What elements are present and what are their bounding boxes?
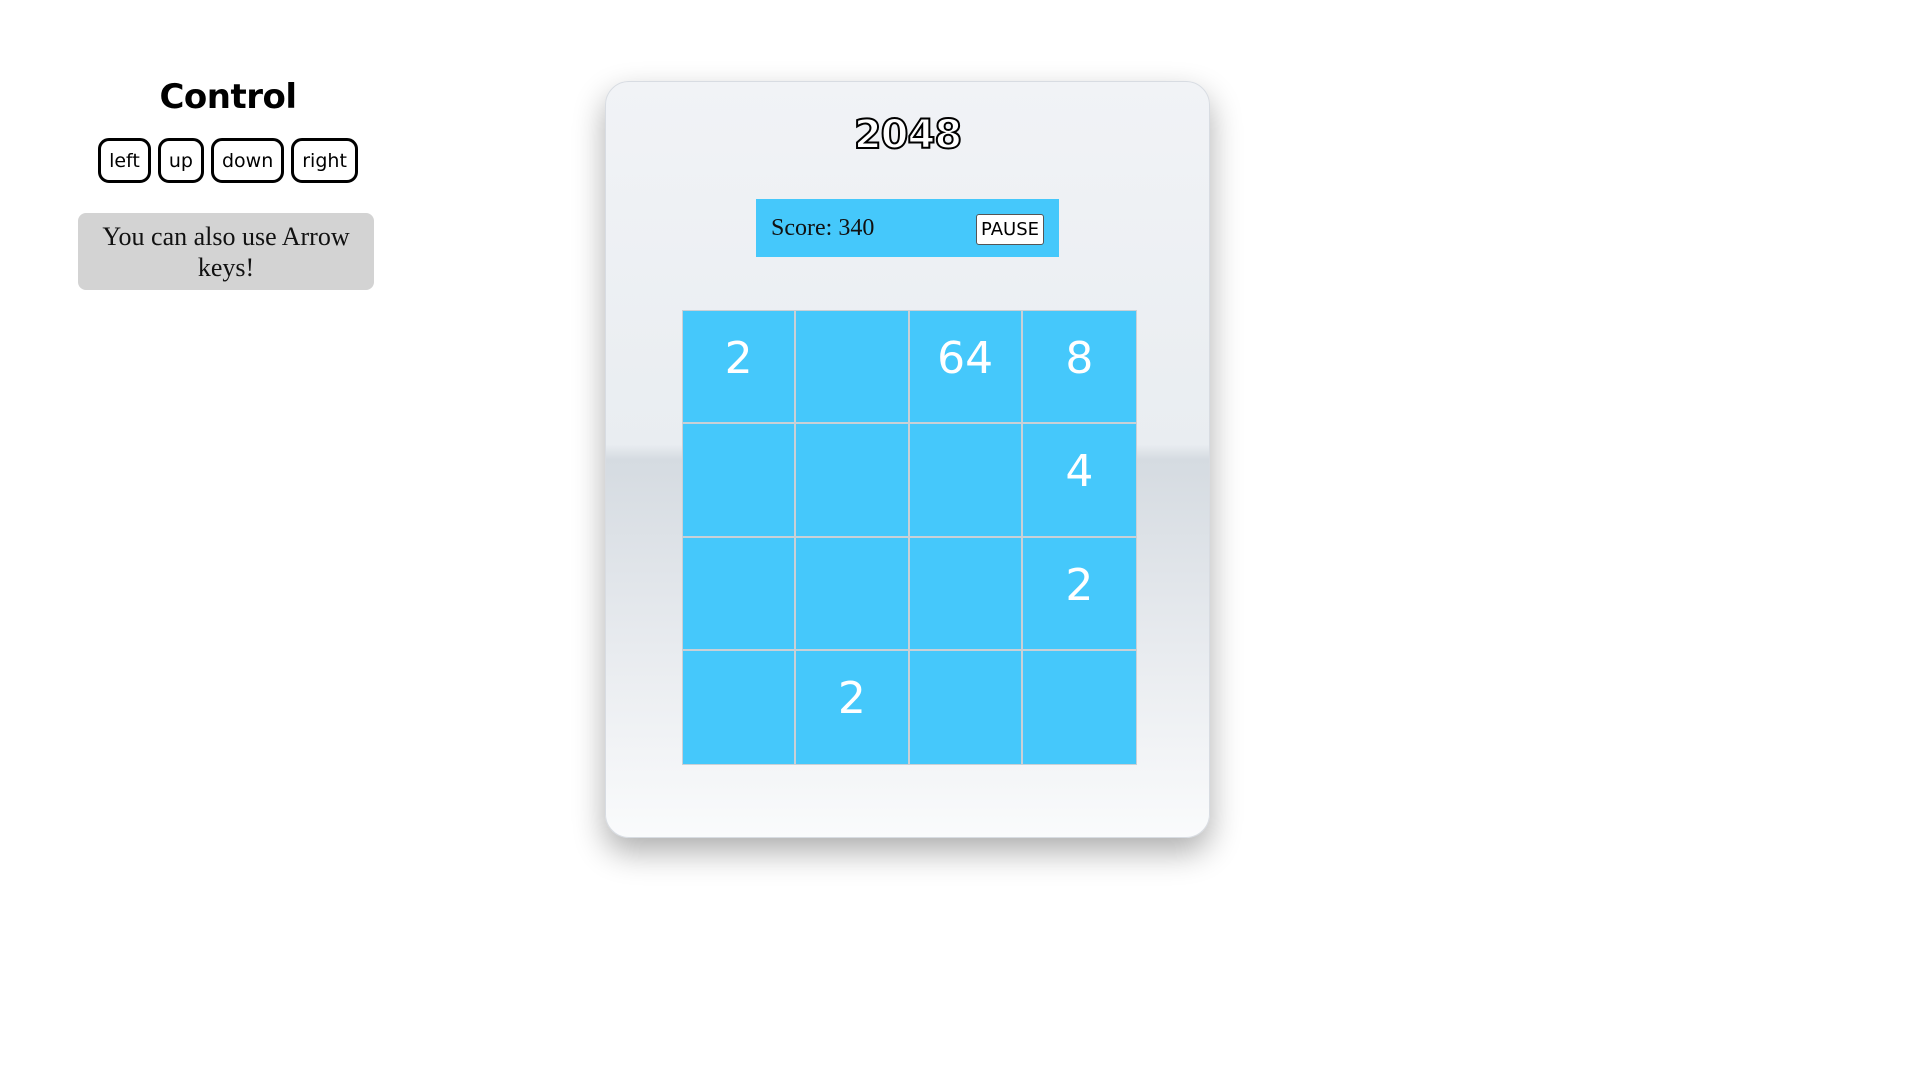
board-cell: [683, 537, 797, 651]
board-cell: [1023, 651, 1136, 764]
board-cell: [683, 424, 797, 538]
control-panel: Control left up down right You can also …: [78, 70, 378, 290]
board-cell: [910, 650, 1023, 764]
board-cell: 4: [1022, 424, 1136, 538]
board-cell: 2: [796, 650, 910, 764]
control-buttons: left up down right: [78, 138, 378, 183]
game-title: 2048: [853, 111, 963, 159]
score-bar: Score: 340 PAUSE: [756, 199, 1059, 257]
board-cell: 2: [1022, 538, 1136, 651]
right-button[interactable]: right: [291, 138, 358, 183]
up-button[interactable]: up: [157, 138, 204, 183]
left-button[interactable]: left: [98, 138, 151, 183]
board-cell: 8: [1022, 311, 1136, 425]
board-cell: 2: [683, 311, 797, 425]
board-cell: 64: [909, 311, 1023, 425]
board-cell: [796, 311, 910, 425]
score-display: Score: 340: [771, 215, 875, 241]
control-title: Control: [159, 77, 297, 117]
board-cell: [909, 537, 1023, 651]
board-cell: [909, 424, 1023, 538]
game-card: 2048 Score: 340 PAUSE 2 64 8 4 2 2: [605, 81, 1210, 838]
game-board: 2 64 8 4 2 2: [682, 310, 1137, 765]
down-button[interactable]: down: [210, 138, 285, 183]
arrow-keys-hint: You can also use Arrow keys!: [78, 213, 374, 290]
board-cell: [796, 424, 910, 538]
board-cell: [683, 650, 797, 764]
pause-button[interactable]: PAUSE: [976, 214, 1044, 245]
board-cell: [796, 537, 910, 651]
